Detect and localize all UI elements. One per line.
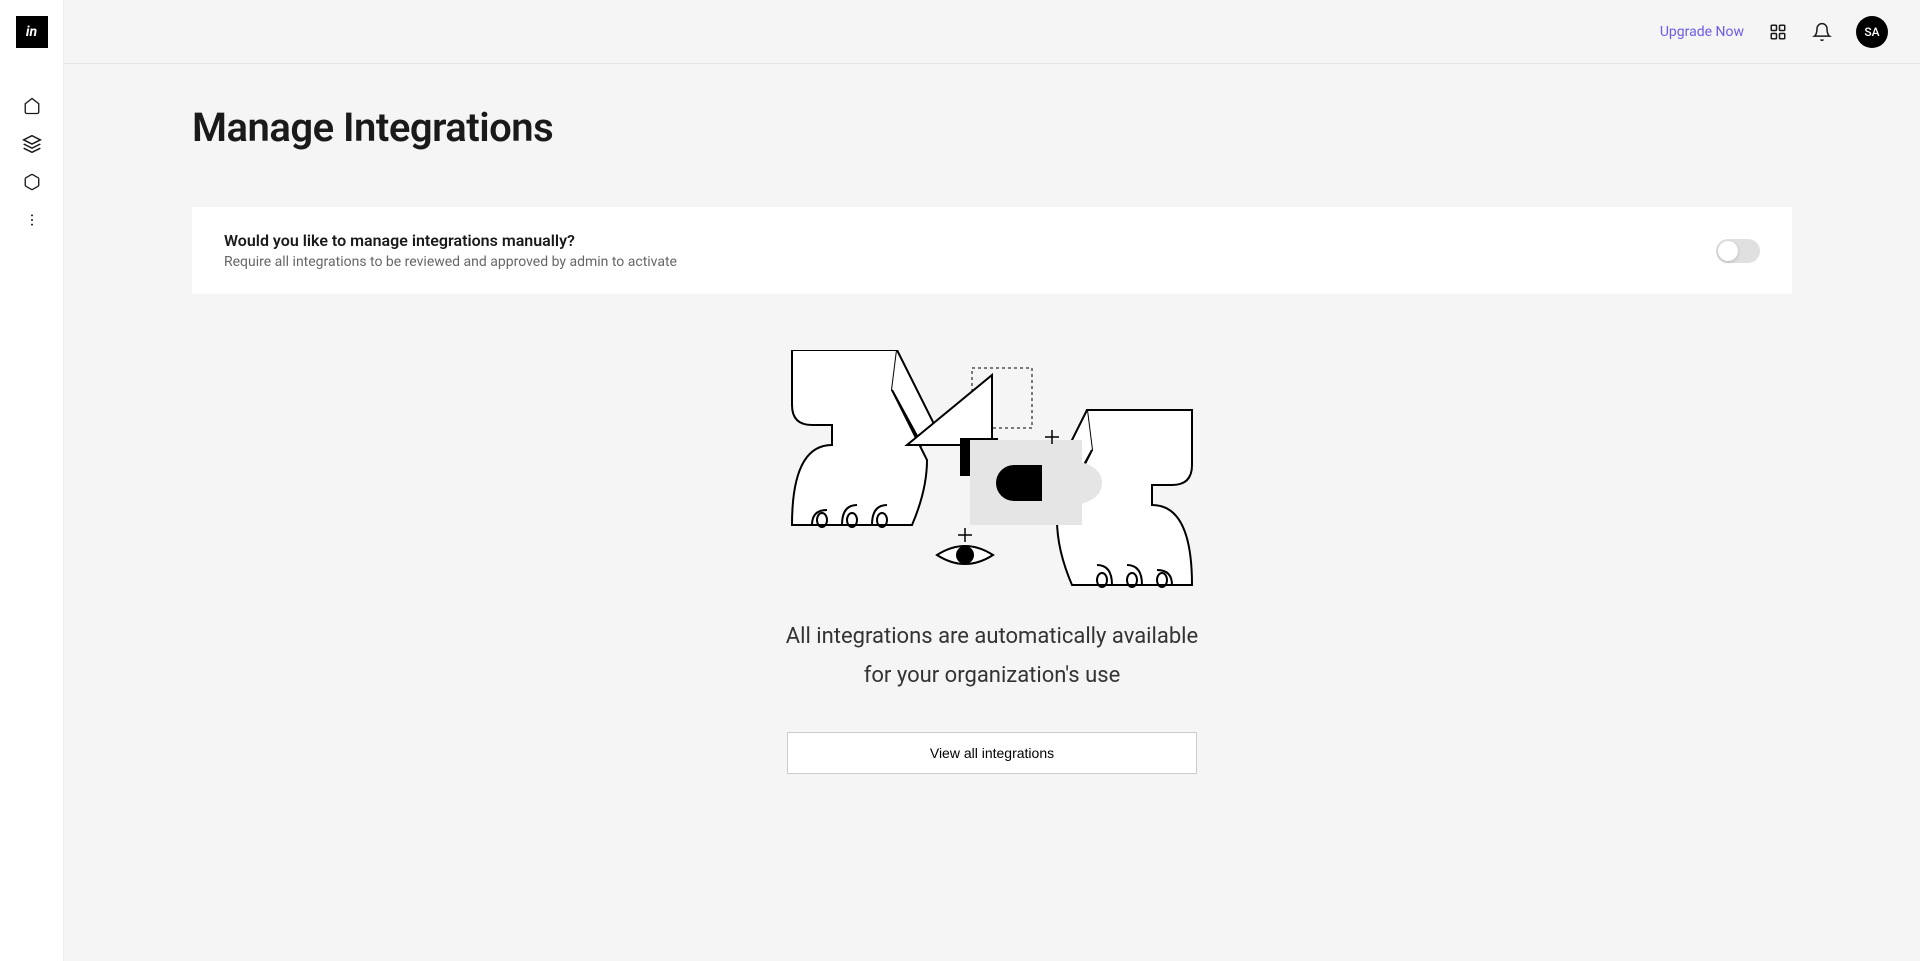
empty-state: All integrations are automatically avail… [192, 350, 1792, 774]
card-text: Would you like to manage integrations ma… [224, 231, 677, 270]
more-icon[interactable] [22, 210, 42, 230]
toggle-knob [1718, 241, 1738, 261]
sidebar: in [0, 0, 64, 961]
page-title: Manage Integrations [192, 104, 1792, 151]
content: Manage Integrations Would you like to ma… [64, 64, 1920, 961]
view-all-integrations-button[interactable]: View all integrations [787, 732, 1197, 774]
empty-text-line1: All integrations are automatically avail… [786, 622, 1198, 653]
avatar[interactable]: SA [1856, 16, 1888, 48]
notifications-icon[interactable] [1812, 22, 1832, 42]
manual-integrations-card: Would you like to manage integrations ma… [192, 207, 1792, 294]
home-icon[interactable] [22, 96, 42, 116]
card-heading: Would you like to manage integrations ma… [224, 231, 677, 250]
invision-logo[interactable]: in [16, 16, 48, 48]
apps-icon[interactable] [1768, 22, 1788, 42]
card-subtext: Require all integrations to be reviewed … [224, 254, 677, 270]
manual-toggle[interactable] [1716, 239, 1760, 263]
hands-illustration [782, 350, 1202, 590]
topbar: Upgrade Now SA [64, 0, 1920, 64]
hexagon-icon[interactable] [22, 172, 42, 192]
empty-text-line2: for your organization's use [864, 661, 1121, 692]
main-area: Upgrade Now SA Ma [64, 0, 1920, 961]
upgrade-link[interactable]: Upgrade Now [1660, 24, 1744, 40]
layers-icon[interactable] [22, 134, 42, 154]
